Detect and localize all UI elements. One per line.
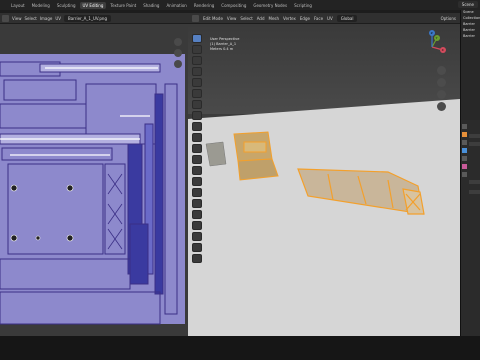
zoom-icon[interactable] bbox=[437, 66, 446, 75]
vp-view-menu[interactable]: View bbox=[227, 16, 237, 21]
outliner-panel: Scene Collection Barrier Barrier Barrier bbox=[460, 10, 480, 120]
tab-geometry-nodes[interactable]: Geometry Nodes bbox=[250, 2, 290, 9]
status-bar bbox=[0, 336, 480, 360]
tab-modeling[interactable]: Modeling bbox=[29, 2, 53, 9]
properties-tabs bbox=[462, 124, 480, 194]
smooth-icon[interactable] bbox=[192, 210, 202, 219]
uv-editor-canvas[interactable] bbox=[0, 24, 188, 336]
viewport-nav-buttons bbox=[437, 66, 446, 111]
scale-icon[interactable] bbox=[192, 78, 202, 87]
pan-hand-icon[interactable] bbox=[437, 78, 446, 87]
view-icon[interactable] bbox=[174, 60, 182, 68]
camera-icon[interactable] bbox=[437, 90, 446, 99]
zoom-icon[interactable] bbox=[174, 38, 182, 46]
image-selector[interactable]: Barrier_A_1_UV.png bbox=[64, 14, 111, 22]
uv-layout bbox=[0, 54, 185, 325]
tab-animation[interactable]: Animation bbox=[163, 2, 189, 9]
annotate-icon[interactable] bbox=[192, 100, 202, 109]
tab-rendering[interactable]: Rendering bbox=[191, 2, 217, 9]
transform-icon[interactable] bbox=[192, 89, 202, 98]
vp-add-menu[interactable]: Add bbox=[257, 16, 265, 21]
rip-icon[interactable] bbox=[192, 254, 202, 263]
extrude-icon[interactable] bbox=[192, 133, 202, 142]
viewport-info: User Perspective (1) Barrier_A_1 Meters … bbox=[210, 37, 239, 52]
vp-select-menu[interactable]: Select bbox=[240, 16, 252, 21]
outliner-item[interactable]: Barrier bbox=[461, 34, 480, 40]
grid-icon[interactable] bbox=[437, 102, 446, 111]
shear-icon[interactable] bbox=[192, 243, 202, 252]
inset-icon[interactable] bbox=[192, 144, 202, 153]
navigation-gizmo[interactable]: X Y Z bbox=[415, 30, 449, 64]
knife-icon[interactable] bbox=[192, 177, 202, 186]
viewport-canvas[interactable] bbox=[188, 24, 460, 336]
rotate-icon[interactable] bbox=[192, 67, 202, 76]
pan-hand-icon[interactable] bbox=[174, 49, 182, 57]
viewport-scene bbox=[188, 24, 460, 336]
tab-shading[interactable]: Shading bbox=[140, 2, 162, 9]
mode-selector[interactable]: Edit Mode bbox=[203, 16, 223, 21]
vp-edge-menu[interactable]: Edge bbox=[300, 16, 310, 21]
properties-panel bbox=[460, 120, 480, 336]
tab-texture-paint[interactable]: Texture Paint bbox=[107, 2, 139, 9]
tab-scripting[interactable]: Scripting bbox=[291, 2, 315, 9]
tab-compositing[interactable]: Compositing bbox=[218, 2, 249, 9]
vp-mesh-menu[interactable]: Mesh bbox=[269, 16, 280, 21]
tab-uv-editing[interactable]: UV Editing bbox=[79, 1, 107, 9]
tab-layout[interactable]: Layout bbox=[8, 2, 28, 9]
tab-sculpting[interactable]: Sculpting bbox=[54, 2, 79, 9]
workspace-bar: Layout Modeling Sculpting UV Editing Tex… bbox=[0, 0, 480, 10]
measure-icon[interactable] bbox=[192, 111, 202, 120]
cursor-icon[interactable] bbox=[192, 45, 202, 54]
vp-face-menu[interactable]: Face bbox=[314, 16, 323, 21]
spin-icon[interactable] bbox=[192, 199, 202, 208]
move-icon[interactable] bbox=[192, 56, 202, 65]
bevel-icon[interactable] bbox=[192, 155, 202, 164]
loop-cut-icon[interactable] bbox=[192, 166, 202, 175]
scale-label: Meters 0.4 m bbox=[210, 47, 234, 51]
svg-text:Y: Y bbox=[436, 36, 438, 40]
svg-text:Z: Z bbox=[431, 31, 433, 35]
tool-shelf bbox=[190, 34, 204, 263]
uv-editor-header: View Select Image UV Barrier_A_1_UV.png bbox=[0, 13, 188, 23]
edge-slide-icon[interactable] bbox=[192, 221, 202, 230]
vp-vertex-menu[interactable]: Vertex bbox=[283, 16, 296, 21]
select-box-icon[interactable] bbox=[192, 34, 202, 43]
poly-build-icon[interactable] bbox=[192, 188, 202, 197]
vp-uv-menu[interactable]: UV bbox=[327, 16, 333, 21]
uv-view-menu[interactable]: View bbox=[12, 16, 22, 21]
shrink-icon[interactable] bbox=[192, 232, 202, 241]
editor-type-icon[interactable] bbox=[192, 14, 199, 22]
scene-selector[interactable]: Scene bbox=[457, 1, 478, 8]
add-cube-icon[interactable] bbox=[192, 122, 202, 131]
transform-orientation[interactable]: Global bbox=[336, 14, 358, 22]
uv-select-menu[interactable]: Select bbox=[25, 16, 37, 21]
svg-text:X: X bbox=[442, 48, 444, 52]
uv-uv-menu[interactable]: UV bbox=[55, 16, 61, 21]
viewport-header: Edit Mode View Select Add Mesh Vertex Ed… bbox=[188, 13, 460, 23]
uv-image-menu[interactable]: Image bbox=[40, 16, 53, 21]
editor-type-icon[interactable] bbox=[2, 14, 9, 22]
uv-navigation bbox=[174, 38, 182, 68]
options-menu[interactable]: Options bbox=[441, 16, 456, 21]
